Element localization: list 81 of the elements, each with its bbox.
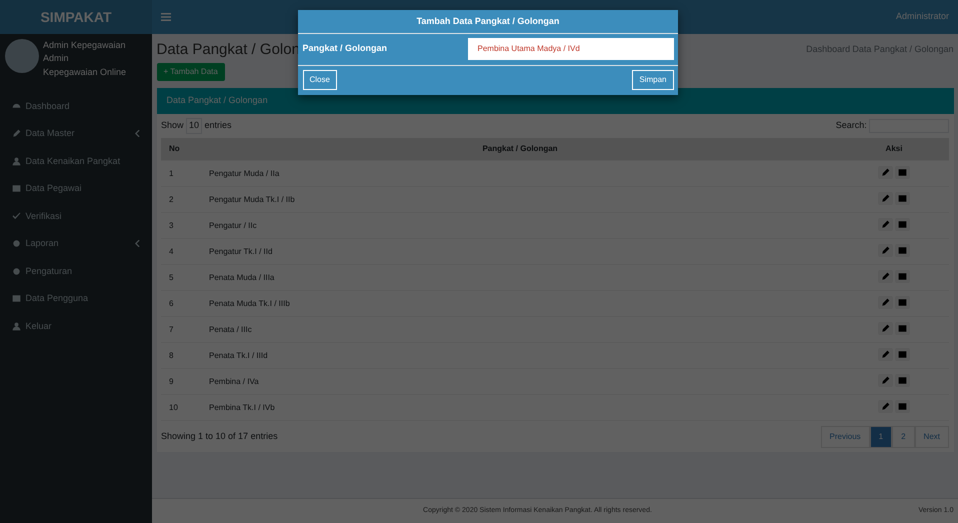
table-cell: 4 <box>161 238 201 264</box>
table-info: Showing 1 to 10 of 17 entries <box>161 430 278 443</box>
length-label: Show <box>161 119 184 132</box>
edit-icon <box>12 129 21 138</box>
edit-button[interactable] <box>878 192 893 205</box>
table-cell: Pengatur / IIc <box>201 212 839 238</box>
edit-button[interactable] <box>878 166 893 179</box>
save-button[interactable]: Simpan <box>632 70 674 90</box>
table-cell: Penata Tk.I / IIId <box>201 342 839 368</box>
delete-button[interactable] <box>895 322 910 335</box>
search-label: Search: <box>836 119 867 132</box>
edit-icon <box>880 220 890 229</box>
edit-icon <box>880 402 890 411</box>
add-data-button[interactable]: + Tambah Data <box>156 63 225 82</box>
delete-button[interactable] <box>895 296 910 309</box>
brand-logo: SIMPAKAT <box>40 8 112 26</box>
avatar <box>4 38 38 72</box>
table-cell: 7 <box>161 316 201 342</box>
edit-icon <box>880 272 890 281</box>
delete-button[interactable] <box>895 192 910 205</box>
edit-icon <box>880 246 890 255</box>
account-menu[interactable]: Administrator <box>896 10 949 24</box>
edit-icon <box>880 324 890 333</box>
user-icon <box>12 322 21 331</box>
edit-button[interactable] <box>878 270 893 283</box>
table-cell: 9 <box>161 368 201 394</box>
edit-icon <box>880 376 890 385</box>
column-header[interactable]: Pangkat / Golongan <box>201 138 839 160</box>
table-cell: Pengatur Muda Tk.I / IIb <box>201 186 839 212</box>
delete-button[interactable] <box>895 244 910 257</box>
caret-icon <box>135 130 140 138</box>
delete-button[interactable] <box>895 166 910 179</box>
table-cell: Pengatur Muda / IIa <box>201 160 839 186</box>
table-cell: Penata / IIIc <box>201 316 839 342</box>
delete-button[interactable] <box>895 348 910 361</box>
user-icon <box>12 156 21 166</box>
close-button[interactable]: Close <box>302 70 337 90</box>
delete-button[interactable] <box>895 218 910 231</box>
pagination-link[interactable]: Previous <box>820 426 870 448</box>
table-cell: Penata Muda / IIIa <box>201 264 839 290</box>
pagination-link[interactable]: Next <box>914 426 949 448</box>
check-icon <box>12 212 21 221</box>
delete-button[interactable] <box>895 374 910 387</box>
modal-title: Tambah Data Pangkat / Golongan <box>416 16 560 26</box>
menu-icon[interactable] <box>161 13 171 21</box>
edit-button[interactable] <box>878 218 893 231</box>
length-suffix: entries <box>204 119 232 132</box>
edit-button[interactable] <box>878 400 893 413</box>
table-cell: 5 <box>161 264 201 290</box>
user-status: Kepegawaian Online <box>43 66 126 79</box>
column-header[interactable]: No <box>161 138 201 160</box>
edit-button[interactable] <box>878 244 893 257</box>
table-cell: 10 <box>161 394 201 420</box>
column-header[interactable]: Aksi <box>839 138 949 160</box>
table-cell: 3 <box>161 212 201 238</box>
length-select[interactable]: 10 <box>186 118 202 134</box>
table-cell: Pembina / IVa <box>201 368 839 394</box>
edit-button[interactable] <box>878 374 893 387</box>
edit-button[interactable] <box>878 296 893 309</box>
edit-icon <box>880 168 890 177</box>
table-cell: Pengatur Tk.I / IId <box>201 238 839 264</box>
user-role: Admin <box>43 52 70 65</box>
caret-icon <box>135 240 140 248</box>
edit-icon <box>880 298 890 307</box>
delete-button[interactable] <box>895 400 910 413</box>
edit-button[interactable] <box>878 348 893 361</box>
edit-button[interactable] <box>878 322 893 335</box>
table-cell: 2 <box>161 186 201 212</box>
pangkat-input[interactable]: Pembina Utama Madya / IVd <box>468 38 674 60</box>
delete-button[interactable] <box>895 270 910 283</box>
edit-icon <box>880 194 890 203</box>
pagination-link[interactable]: 1 <box>870 426 892 448</box>
table-cell: 1 <box>161 160 201 186</box>
user-name: Admin Kepegawaian <box>43 38 126 52</box>
edit-icon <box>880 350 890 359</box>
table-cell: Penata Muda Tk.I / IIIb <box>201 290 839 316</box>
pagination-link[interactable]: 2 <box>892 426 915 448</box>
field-label: Pangkat / Golongan <box>302 42 388 56</box>
table-cell: 8 <box>161 342 201 368</box>
table-cell: 6 <box>161 290 201 316</box>
table-cell: Pembina Tk.I / IVb <box>201 394 839 420</box>
